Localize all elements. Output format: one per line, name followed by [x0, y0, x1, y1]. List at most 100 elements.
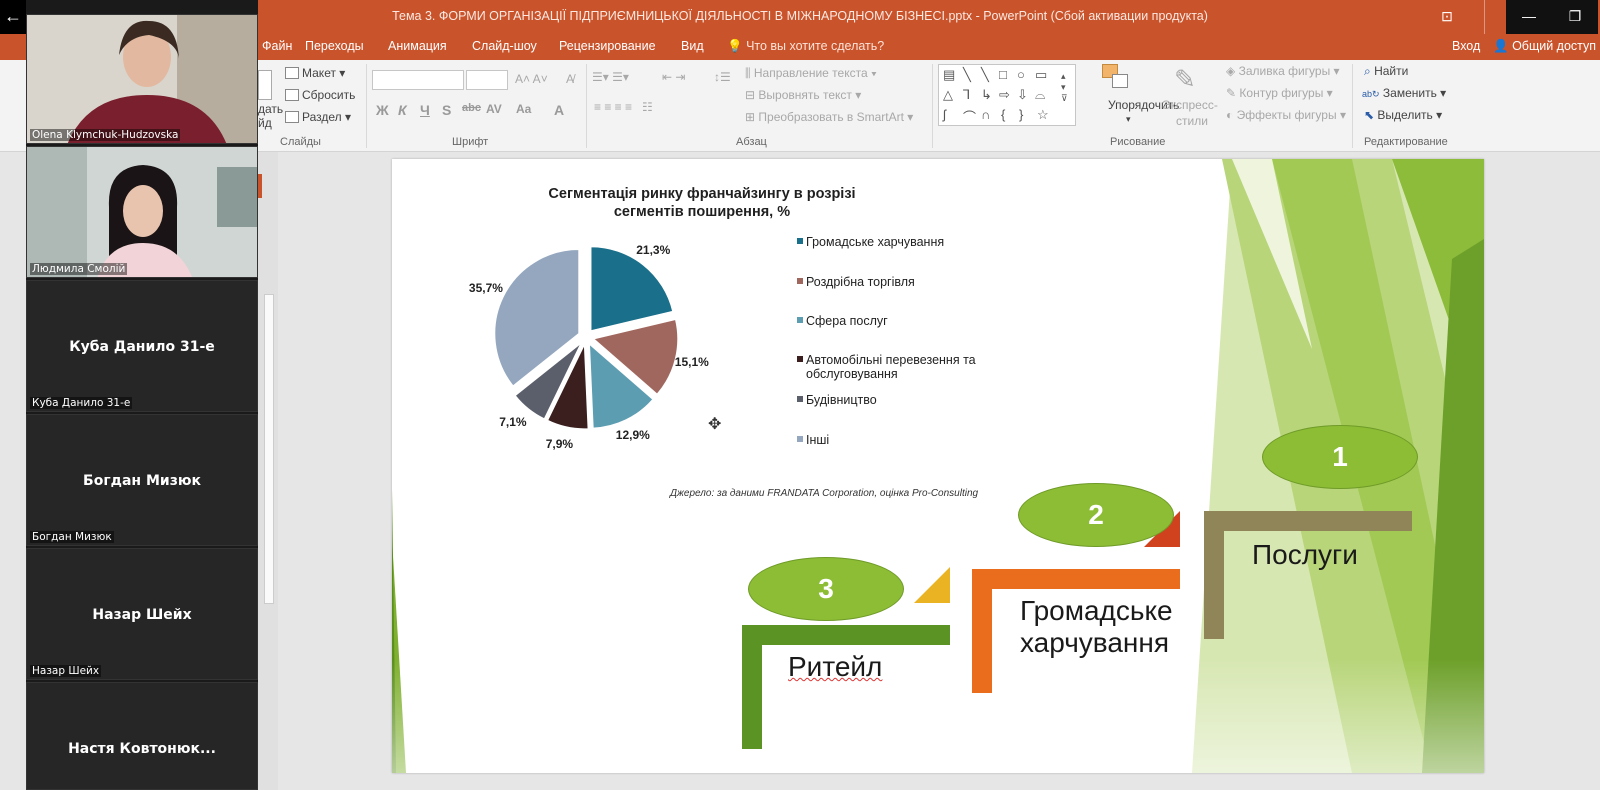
participant-tile[interactable]: Настя Ковтонюк... — [26, 682, 258, 790]
new-slide-icon[interactable] — [258, 70, 272, 100]
char-spacing-icon[interactable]: AV — [486, 102, 502, 116]
legend-swatch — [797, 238, 803, 244]
line-shape-icon[interactable]: ╲ — [963, 67, 971, 83]
segment-label-retail[interactable]: Ритейл — [788, 651, 882, 683]
participant-name: Куба Данило 31-е — [30, 397, 133, 409]
rectangle-shape-icon[interactable]: □ — [999, 67, 1007, 82]
quick-styles-icon[interactable]: ✎ — [1174, 64, 1206, 94]
legend-item: Громадське харчування — [797, 235, 1006, 249]
arrow-right-shape-icon[interactable]: ⇨ — [999, 87, 1010, 103]
indent-icon[interactable]: ⇤ ⇥ — [662, 70, 685, 84]
tab-slideshow[interactable]: Слайд-шоу — [472, 39, 537, 53]
participant-tile[interactable]: Назар Шейх Назар Шейх — [26, 548, 258, 680]
find-button[interactable]: ⌕ Найти — [1364, 64, 1408, 79]
arrow-down-shape-icon[interactable]: ⇩ — [1017, 87, 1028, 103]
connector-shape-icon[interactable]: ↳ — [981, 87, 992, 103]
sign-in-link[interactable]: Вход — [1452, 39, 1480, 53]
scribble-shape-icon[interactable]: ʃ — [943, 107, 946, 122]
tell-me-search[interactable]: 💡 Что вы хотите сделать? — [727, 39, 884, 54]
participant-tile[interactable]: Olena Klymchuk-Hudzovska — [26, 14, 258, 144]
shadow-icon[interactable]: S — [442, 102, 451, 118]
tab-transitions[interactable]: Переходы — [305, 39, 364, 53]
italic-icon[interactable]: К — [398, 102, 407, 118]
participant-tile[interactable]: Богдан Мизюк Богдан Мизюк — [26, 414, 258, 546]
legend-label: Інші — [806, 433, 830, 447]
triangle-shape-icon[interactable]: △ — [943, 87, 953, 103]
oval-number-1[interactable]: 1 — [1262, 425, 1418, 489]
segment-label-services[interactable]: Послуги — [1252, 539, 1358, 571]
brace-shape-icon[interactable]: } — [1019, 107, 1023, 122]
select-button[interactable]: ⬉ Выделить ▾ — [1364, 108, 1442, 122]
legend-label: Громадське харчування — [806, 235, 945, 249]
tab-review[interactable]: Рецензирование — [559, 39, 656, 53]
quick-styles-label-1[interactable]: Экспресс- — [1162, 98, 1218, 112]
clear-format-icon[interactable]: A̸ — [566, 72, 574, 86]
line-spacing-icon[interactable]: ↕☰ — [714, 70, 731, 84]
new-slide-label-1[interactable]: дать — [258, 102, 283, 116]
underline-icon[interactable]: Ч — [420, 102, 430, 118]
font-grow-icon[interactable]: A˄ A˅ — [515, 72, 548, 86]
ribbon-display-icon[interactable]: ⊡ — [1424, 0, 1470, 34]
line-shape-icon[interactable]: ╲ — [981, 67, 989, 83]
quick-styles-label-2[interactable]: стили — [1176, 114, 1208, 128]
share-button[interactable]: 👤 Общий доступ — [1493, 39, 1596, 54]
replace-button[interactable]: ab↻ Заменить ▾ — [1362, 86, 1446, 100]
shape-effects-button[interactable]: ◐ Эффекты фигуры ▾ — [1226, 108, 1346, 122]
reset-button[interactable]: Сбросить — [285, 88, 355, 102]
layout-label: Макет — [302, 66, 336, 80]
legend-item: Інші — [797, 433, 1006, 447]
shape-outline-label: Контур фигуры — [1239, 86, 1324, 100]
participant-display-name: Настя Ковтонюк... — [68, 741, 216, 757]
tab-animations[interactable]: Анимация — [388, 39, 447, 53]
smartart-icon: ⊞ — [745, 110, 756, 124]
slides-group-label: Слайды — [280, 136, 321, 148]
select-label: Выделить — [1377, 108, 1433, 122]
back-arrow-icon[interactable]: ← — [0, 0, 26, 34]
chart-source: Джерело: за даними FRANDATA Corporation,… — [670, 488, 979, 499]
participant-tile[interactable]: Людмила Смолій — [26, 146, 258, 278]
font-name-input[interactable] — [372, 70, 464, 90]
participant-name: Богдан Мизюк — [30, 531, 114, 543]
participant-tile[interactable]: Куба Данило 31-е Куба Данило 31-е — [26, 280, 258, 412]
new-slide-label-2[interactable]: йд — [258, 116, 272, 130]
oval-number-3[interactable]: 3 — [748, 557, 904, 621]
bold-icon[interactable]: Ж — [376, 102, 389, 118]
curve-shape-icon[interactable]: ⌒ — [963, 107, 976, 126]
star-shape-icon[interactable]: ☆ — [1037, 107, 1049, 123]
slide-canvas[interactable]: Сегментація ринку франчайзингу в розрізі… — [392, 159, 1484, 773]
segment-label-line-2: харчування — [1020, 627, 1170, 658]
tab-file[interactable]: Файн — [262, 39, 292, 53]
bullets-icon[interactable]: ☰▾ ☰▾ — [592, 70, 629, 84]
oval-shape-icon[interactable]: ○ — [1017, 67, 1025, 82]
text-direction-button[interactable]: ⫼ Направление текста ▾ — [745, 66, 877, 81]
segment-label-catering[interactable]: Громадське харчування — [1020, 595, 1173, 659]
section-button[interactable]: Раздел ▾ — [285, 110, 351, 124]
minimize-icon[interactable]: — — [1506, 0, 1552, 34]
textbox-shape-icon[interactable]: ▤ — [943, 67, 955, 83]
layout-button[interactable]: Макет ▾ — [285, 66, 345, 80]
gallery-scroll-icon[interactable]: ▴ ▾ ⊽ — [1061, 71, 1068, 104]
tab-view[interactable]: Вид — [681, 39, 704, 53]
freeform-shape-icon[interactable]: ⌓ — [1035, 87, 1045, 103]
align-text-button[interactable]: ⊟ Выровнять текст ▾ — [745, 88, 861, 102]
restore-icon[interactable]: ❐ — [1552, 0, 1598, 34]
smartart-button[interactable]: ⊞ Преобразовать в SmartArt ▾ — [745, 110, 913, 124]
strikethrough-icon[interactable]: abc — [462, 102, 481, 114]
arrange-icon[interactable] — [1102, 64, 1132, 94]
change-case-icon[interactable]: Aa — [516, 102, 531, 116]
font-color-icon[interactable]: A — [554, 102, 564, 118]
shape-fill-button[interactable]: ◈ Заливка фигуры ▾ — [1226, 64, 1340, 78]
rounded-rect-shape-icon[interactable]: ▭ — [1035, 67, 1047, 83]
connector-shape-icon[interactable]: ⅂ — [963, 87, 970, 103]
oval-number-2[interactable]: 2 — [1018, 483, 1174, 547]
slide-thumbnails-pane[interactable] — [258, 152, 278, 790]
font-size-input[interactable] — [466, 70, 508, 90]
curve-shape-icon[interactable]: ∩ — [981, 107, 990, 122]
legend-label: Роздрібна торгівля — [806, 275, 915, 289]
thumbnails-scrollbar[interactable] — [264, 294, 274, 604]
shapes-gallery[interactable]: ▤ ╲ ╲ □ ○ ▭ △ ⅂ ↳ ⇨ ⇩ ⌓ ʃ ⌒ ∩ { } ☆ ▴ ▾ ⊽ — [938, 64, 1076, 126]
legend-swatch — [797, 278, 803, 284]
shape-outline-button[interactable]: ✎ Контур фигуры ▾ — [1226, 86, 1333, 100]
brace-shape-icon[interactable]: { — [1001, 107, 1005, 122]
align-icons[interactable]: ≡ ≡ ≡ ≡ ☷ — [594, 100, 653, 114]
